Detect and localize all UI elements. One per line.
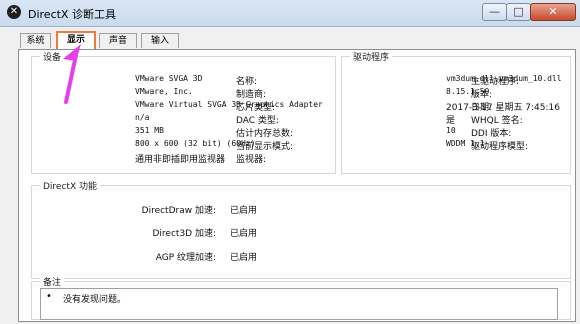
device-manufacturer-row: 制造商: VMware, Inc.	[32, 87, 332, 100]
main-driver-row: 主驱动程序: vm3dum.dll,vm3dum_10.dll	[342, 74, 568, 87]
close-button[interactable]: ✕	[530, 3, 576, 21]
directdraw-row: DirectDraw 加速: 已启用	[94, 203, 304, 216]
notes-textbox[interactable]: • 没有发现问题。	[40, 288, 558, 320]
notes-text: 没有发现问题。	[63, 295, 127, 305]
window-title: DirectX 诊断工具	[28, 8, 116, 21]
tab-display[interactable]: 显示	[56, 31, 96, 50]
driver-date-row: 日期: 2017-3-17 星期五 7:45:16	[342, 100, 568, 113]
minimize-button[interactable]: —	[482, 3, 507, 21]
driver-date-value: 2017-3-17 星期五 7:45:16	[446, 103, 560, 113]
directdraw-value: 已启用	[230, 206, 258, 216]
dac-type-value: n/a	[135, 113, 150, 122]
monitor-value: 通用非即插即用监视器	[135, 155, 226, 165]
ddi-version-value: 10	[446, 126, 456, 135]
memory-total-label: 估计内存总数:	[236, 129, 294, 139]
agp-texture-value: 已启用	[230, 253, 258, 263]
device-group: 设备 名称: VMware SVGA 3D 制造商: VMware, Inc. …	[31, 50, 336, 174]
driver-group: 驱动程序 主驱动程序: vm3dum.dll,vm3dum_10.dll 版本:…	[341, 50, 571, 174]
whql-signature-row: WHQL 签名: 是	[342, 113, 568, 126]
notes-group: 备注 • 没有发现问题。	[31, 275, 571, 320]
title-bar: ✕ DirectX 诊断工具 — □ ✕	[0, 0, 580, 27]
main-driver-value: vm3dum.dll,vm3dum_10.dll	[446, 74, 562, 83]
device-name-label: 名称:	[236, 77, 258, 87]
directx-icon: ✕	[7, 5, 21, 19]
ddi-version-row: DDI 版本: 10	[342, 126, 568, 139]
maximize-button[interactable]: □	[506, 3, 531, 21]
ddi-version-label: DDI 版本:	[471, 129, 512, 139]
dac-type-label: DAC 类型:	[236, 116, 279, 126]
agp-texture-row: AGP 纹理加速: 已启用	[94, 250, 304, 263]
directx-features-group: DirectX 功能 DirectDraw 加速: 已启用 Direct3D 加…	[31, 179, 571, 279]
monitor-label: 监视器:	[236, 155, 267, 165]
device-name-value: VMware SVGA 3D	[135, 74, 203, 83]
directx-diagnostic-window: ✕ DirectX 诊断工具 — □ ✕ 系统 显示 声音 输入 设备 名称: …	[0, 0, 580, 324]
direct3d-label: Direct3D 加速:	[152, 229, 217, 239]
chip-type-row: 芯片类型: VMware Virtual SVGA 3D Graphics Ad…	[32, 100, 332, 113]
driver-model-row: 驱动程序模型: WDDM 1.1	[342, 139, 568, 152]
bullet-icon: •	[46, 291, 52, 302]
device-group-title: 设备	[40, 50, 65, 63]
notes-group-title: 备注	[40, 275, 65, 288]
memory-total-value: 351 MB	[135, 126, 164, 135]
driver-model-label: 驱动程序模型:	[471, 142, 529, 152]
tab-sound[interactable]: 声音	[99, 33, 137, 48]
direct3d-row: Direct3D 加速: 已启用	[94, 226, 304, 239]
memory-total-row: 估计内存总数: 351 MB	[32, 126, 332, 139]
display-mode-value: 800 x 600 (32 bit) (60Hz)	[135, 139, 256, 148]
display-mode-row: 当前显示模式: 800 x 600 (32 bit) (60Hz)	[32, 139, 332, 152]
direct3d-value: 已启用	[230, 229, 258, 239]
directdraw-label: DirectDraw 加速:	[141, 206, 216, 216]
whql-signature-value: 是	[446, 116, 456, 126]
chip-type-value: VMware Virtual SVGA 3D Graphics Adapter	[135, 100, 323, 109]
device-manufacturer-value: VMware, Inc.	[135, 87, 193, 96]
driver-model-value: WDDM 1.1	[446, 139, 485, 148]
dac-type-row: DAC 类型: n/a	[32, 113, 332, 126]
agp-texture-label: AGP 纹理加速:	[155, 253, 216, 263]
driver-version-row: 版本: 8.15.1.50	[342, 87, 568, 100]
tab-input[interactable]: 输入	[141, 33, 179, 48]
whql-signature-label: WHQL 签名:	[471, 116, 523, 126]
device-name-row: 名称: VMware SVGA 3D	[32, 74, 332, 87]
driver-version-value: 8.15.1.50	[446, 87, 490, 96]
device-manufacturer-label: 制造商:	[236, 90, 267, 100]
driver-group-title: 驱动程序	[350, 50, 393, 63]
monitor-row: 监视器: 通用非即插即用监视器	[32, 152, 332, 165]
directx-features-title: DirectX 功能	[40, 179, 100, 192]
display-tab-panel: 设备 名称: VMware SVGA 3D 制造商: VMware, Inc. …	[18, 49, 576, 322]
tab-system[interactable]: 系统	[20, 33, 51, 48]
